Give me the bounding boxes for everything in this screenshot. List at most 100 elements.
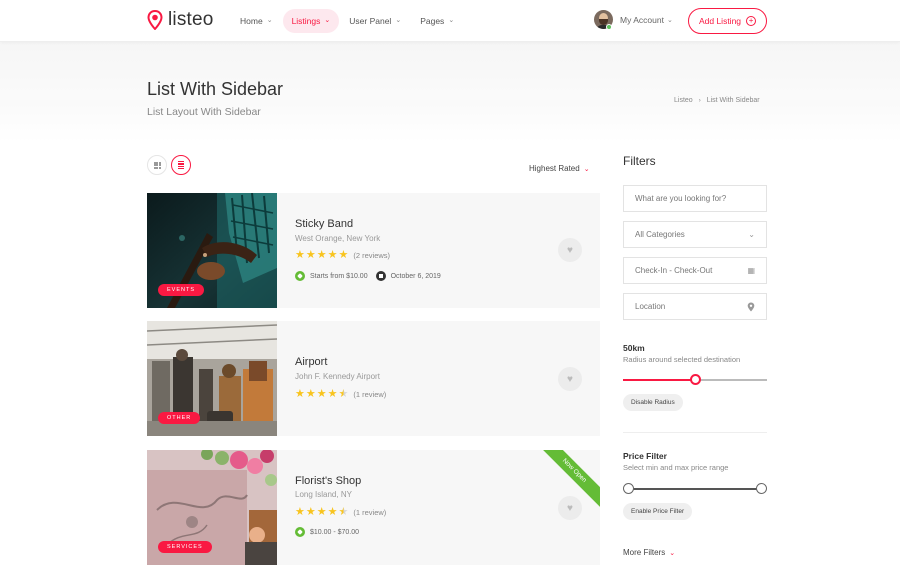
chevron-down-icon: ⌄ bbox=[266, 17, 273, 24]
location-input[interactable]: Location bbox=[623, 293, 767, 320]
listing-address: John F. Kennedy Airport bbox=[295, 372, 380, 381]
category-tag[interactable]: OTHER bbox=[158, 412, 201, 424]
category-tag[interactable]: SERVICES bbox=[158, 541, 212, 553]
disable-radius-button[interactable]: Disable Radius bbox=[623, 394, 683, 411]
price-min-thumb[interactable] bbox=[623, 483, 634, 494]
filters-title: Filters bbox=[623, 154, 656, 168]
divider bbox=[623, 432, 767, 433]
heart-icon: ♥ bbox=[567, 373, 573, 385]
title-bar: List With Sidebar List Layout With Sideb… bbox=[0, 42, 900, 142]
calendar-icon bbox=[375, 271, 386, 281]
more-filters-toggle[interactable]: More Filters ⌄ bbox=[623, 548, 675, 557]
chevron-down-icon: ⌄ bbox=[395, 17, 402, 24]
breadcrumb-home[interactable]: Listeo bbox=[674, 97, 693, 104]
bookmark-heart-button[interactable]: ♥ bbox=[558, 496, 582, 520]
price-filter-description: Select min and max price range bbox=[623, 463, 729, 472]
listing-meta: Starts from $10.00 October 6, 2019 bbox=[295, 271, 449, 281]
logo[interactable]: listeo bbox=[147, 9, 214, 31]
listing-meta: $10.00 - $70.00 bbox=[295, 527, 367, 537]
radius-value: 50km bbox=[623, 343, 645, 353]
bookmark-heart-button[interactable]: ♥ bbox=[558, 367, 582, 391]
listing-title[interactable]: Airport bbox=[295, 356, 327, 368]
listing-card[interactable]: OTHER Airport John F. Kennedy Airport ★ … bbox=[147, 321, 600, 436]
grid-icon bbox=[153, 161, 161, 169]
listing-image: EVENTS bbox=[147, 193, 277, 308]
listing-card[interactable]: EVENTS Sticky Band West Orange, New York… bbox=[147, 193, 600, 308]
enable-price-filter-button[interactable]: Enable Price Filter bbox=[623, 503, 693, 520]
star-icon: ★ bbox=[295, 249, 305, 261]
chevron-down-icon: ⌄ bbox=[748, 230, 755, 239]
bookmark-heart-button[interactable]: ♥ bbox=[558, 238, 582, 262]
online-status-dot bbox=[606, 24, 612, 30]
category-tag[interactable]: EVENTS bbox=[158, 284, 205, 296]
main-nav: Home ⌄ Listings ⌄ User Panel ⌄ Pages ⌄ bbox=[240, 9, 473, 33]
logo-text: listeo bbox=[168, 9, 214, 30]
category-select[interactable]: All Categories ⌄ bbox=[623, 221, 767, 248]
search-input[interactable]: What are you looking for? bbox=[623, 185, 767, 212]
nav-pages-label: Pages bbox=[420, 16, 445, 26]
review-count: (1 review) bbox=[353, 390, 387, 399]
map-marker-icon bbox=[747, 302, 755, 311]
top-header: listeo Home ⌄ Listings ⌄ User Panel ⌄ Pages… bbox=[0, 0, 900, 42]
star-icon: ★ bbox=[295, 388, 305, 400]
review-count: (2 reviews) bbox=[353, 251, 391, 260]
star-icon: ★ bbox=[316, 506, 327, 518]
date-range-input[interactable]: Check-In - Check-Out ▦ bbox=[623, 257, 767, 284]
nav-listings[interactable]: Listings ⌄ bbox=[282, 9, 340, 33]
more-filters-label: More Filters bbox=[623, 548, 666, 557]
add-listing-label: Add Listing bbox=[698, 16, 742, 26]
star-icon: ★ bbox=[295, 506, 305, 518]
listing-address: West Orange, New York bbox=[295, 234, 381, 243]
nav-listings-label: Listings bbox=[291, 16, 321, 26]
price-slider-track[interactable] bbox=[628, 488, 762, 490]
listing-title[interactable]: Sticky Band bbox=[295, 218, 353, 230]
list-icon bbox=[178, 160, 184, 170]
plus-circle-icon: + bbox=[746, 16, 757, 26]
star-icon: ★ bbox=[305, 249, 316, 261]
star-icon: ★ bbox=[327, 249, 338, 261]
star-icon: ★ bbox=[327, 388, 338, 400]
chevron-down-icon: ⌄ bbox=[666, 16, 673, 24]
map-pin-icon bbox=[147, 10, 163, 30]
price-max-thumb[interactable] bbox=[756, 483, 767, 494]
star-icon: ★ bbox=[327, 506, 338, 518]
price-tag-icon bbox=[295, 271, 305, 281]
price-text: $10.00 - $70.00 bbox=[310, 528, 360, 536]
chevron-down-icon: ⌄ bbox=[669, 549, 676, 557]
add-listing-button[interactable]: Add Listing + bbox=[688, 8, 767, 34]
sort-dropdown[interactable]: Highest Rated ⌄ bbox=[529, 164, 590, 173]
listing-image: SERVICES bbox=[147, 450, 277, 565]
star-icon: ★ bbox=[316, 249, 327, 261]
price-chip: Starts from $10.00 bbox=[295, 271, 368, 281]
date-text: October 6, 2019 bbox=[390, 272, 441, 280]
radius-slider-fill bbox=[623, 379, 695, 381]
nav-home-label: Home bbox=[240, 16, 263, 26]
radius-description: Radius around selected destination bbox=[623, 355, 741, 364]
radius-slider-thumb[interactable] bbox=[689, 374, 701, 385]
grid-view-button[interactable] bbox=[147, 155, 167, 175]
star-icon: ★ bbox=[316, 388, 327, 400]
search-placeholder: What are you looking for? bbox=[635, 194, 727, 203]
nav-user-panel[interactable]: User Panel ⌄ bbox=[349, 9, 401, 33]
calendar-icon: ▦ bbox=[747, 266, 755, 275]
listing-title[interactable]: Florist's Shop bbox=[295, 475, 361, 487]
chevron-down-icon: ⌄ bbox=[324, 17, 331, 24]
chevron-down-icon: ⌄ bbox=[448, 17, 455, 24]
half-star-icon: ★ bbox=[338, 388, 349, 400]
nav-pages[interactable]: Pages ⌄ bbox=[420, 9, 454, 33]
page-subtitle: List Layout With Sidebar bbox=[147, 106, 261, 118]
rating-stars: ★ ★ ★ ★ ★ (2 reviews) bbox=[295, 250, 390, 261]
chevron-right-icon: › bbox=[698, 97, 701, 104]
rating-stars: ★ ★ ★ ★ ★ (1 review) bbox=[295, 507, 386, 518]
heart-icon: ♥ bbox=[567, 244, 573, 256]
nav-user-panel-label: User Panel bbox=[349, 16, 392, 26]
list-view-button[interactable] bbox=[171, 155, 191, 175]
nav-home[interactable]: Home ⌄ bbox=[240, 9, 273, 33]
date-chip: October 6, 2019 bbox=[375, 271, 441, 281]
listing-image: OTHER bbox=[147, 321, 277, 436]
location-placeholder: Location bbox=[635, 302, 666, 311]
listing-card[interactable]: SERVICES Florist's Shop Long Island, NY … bbox=[147, 450, 600, 565]
price-filter-title: Price Filter bbox=[623, 451, 667, 461]
heart-icon: ♥ bbox=[567, 502, 573, 514]
breadcrumb: Listeo › List With Sidebar bbox=[674, 97, 760, 104]
